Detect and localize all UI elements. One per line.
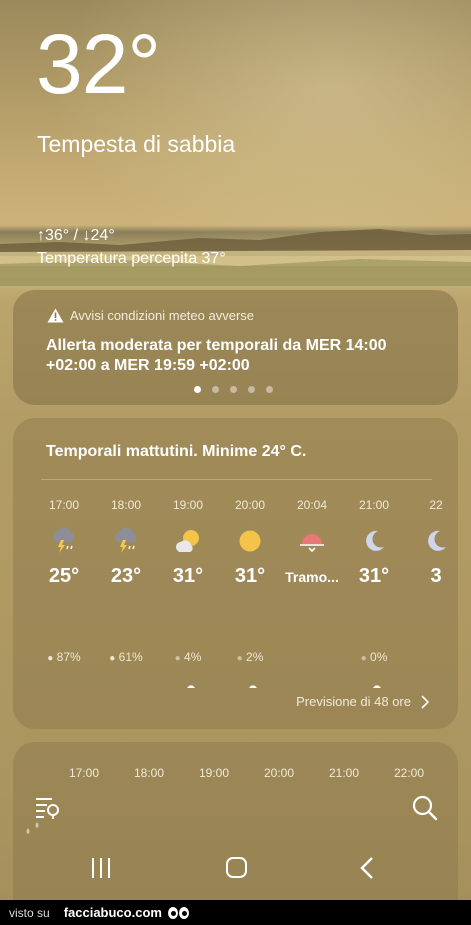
raindrop-icon: ●	[47, 653, 54, 664]
watermark-logo-icon	[167, 906, 189, 919]
location-list-icon[interactable]	[34, 795, 62, 821]
watermark-site: facciabuco.com	[63, 905, 162, 920]
precipitation-value: 2%	[246, 650, 264, 664]
hour-precipitation: ● 4%	[157, 650, 219, 664]
pager-dot[interactable]	[194, 386, 201, 393]
weather-alert-card[interactable]: Avvisi condizioni meteo avverse Allerta …	[13, 290, 458, 405]
partly-cloudy-icon	[173, 526, 203, 556]
hour-time: 22	[429, 498, 443, 512]
raindrop-icon: ●	[236, 653, 243, 664]
hour-precipitation: ● 87%	[33, 650, 95, 664]
pager-dot[interactable]	[266, 386, 273, 393]
temperature-trend-line	[187, 685, 381, 688]
raindrop-icon: ●	[174, 653, 181, 664]
alert-pager[interactable]	[194, 386, 273, 393]
recent-apps-button[interactable]	[92, 858, 110, 878]
moon-icon	[421, 526, 451, 556]
precipitation-value: 0%	[370, 650, 388, 664]
watermark-bar: visto su facciabuco.com	[0, 900, 471, 925]
warning-icon	[47, 308, 64, 323]
hour-precipitation: ● 2%	[219, 650, 281, 664]
sunset-icon	[297, 526, 327, 556]
sun-icon	[235, 526, 265, 556]
hour-time: 20:00	[234, 498, 266, 512]
forecast-summary: Temporali mattutini. Minime 24° C.	[46, 443, 307, 460]
hour-precipitation: ● 61%	[95, 650, 157, 664]
pager-dot[interactable]	[248, 386, 255, 393]
hour-temperature: 31°	[234, 565, 266, 587]
moon-icon	[359, 526, 389, 556]
hour-temperature: 23°	[110, 565, 142, 587]
pager-dot[interactable]	[230, 386, 237, 393]
hour-column: 22 3	[405, 498, 458, 588]
thunderstorm-icon	[111, 526, 141, 556]
hour-temperature: 31°	[358, 565, 390, 587]
precipitation-hour-label: 18:00	[134, 766, 165, 780]
divider	[41, 479, 432, 480]
hour-time: 17:00	[48, 498, 80, 512]
chevron-right-icon	[421, 694, 429, 709]
hour-temperature: 3	[430, 565, 442, 587]
precipitation-hour-label: 21:00	[329, 766, 360, 780]
hour-time: 18:00	[110, 498, 142, 512]
hour-temperature: Tramo...	[285, 569, 339, 585]
hour-column: 19:00 31° ● 4%	[157, 498, 219, 664]
forecast-48h-link[interactable]: Previsione di 48 ore	[296, 694, 429, 709]
precipitation-hour-label: 22:00	[394, 766, 425, 780]
alert-header: Avvisi condizioni meteo avverse	[47, 308, 254, 323]
hour-column: 18:00 23° ● 61%	[95, 498, 157, 664]
raindrop-icon: ●	[360, 653, 367, 664]
search-icon[interactable]	[412, 795, 438, 821]
hour-column: 21:00 31° ● 0%	[343, 498, 405, 664]
precipitation-value: 61%	[118, 650, 143, 664]
hour-temperature: 31°	[172, 565, 204, 587]
thunderstorm-icon	[49, 526, 79, 556]
trend-point	[249, 685, 257, 688]
feels-like-temperature: Temperatura percepita 37°	[37, 250, 226, 267]
precipitation-hour-label: 20:00	[264, 766, 295, 780]
hour-temperature: 25°	[48, 565, 80, 587]
precipitation-value: 87%	[56, 650, 81, 664]
high-low-temperature: ↑36° / ↓24°	[37, 227, 115, 244]
alert-message: Allerta moderata per temporali da MER 14…	[46, 337, 387, 374]
hour-precipitation: ● 0%	[343, 650, 405, 664]
hour-time: 19:00	[172, 498, 204, 512]
precipitation-hour-label: 19:00	[199, 766, 230, 780]
raindrops-icon	[26, 822, 39, 834]
hour-column: 20:04 Tramo...	[281, 498, 343, 585]
hour-column: 17:00 25° ● 87%	[33, 498, 95, 664]
hourly-forecast-card: Temporali mattutini. Minime 24° C. 17:00…	[13, 418, 458, 729]
pager-dot[interactable]	[212, 386, 219, 393]
hour-time: 20:04	[296, 498, 328, 512]
raindrop-icon: ●	[109, 653, 116, 664]
precipitation-hour-label: 17:00	[69, 766, 100, 780]
alert-header-label: Avvisi condizioni meteo avverse	[70, 308, 255, 323]
watermark-prefix: visto su	[9, 905, 50, 920]
trend-point	[373, 685, 381, 688]
hour-column: 20:00 31° ● 2%	[219, 498, 281, 664]
back-button[interactable]	[360, 856, 374, 880]
home-button[interactable]	[226, 857, 247, 878]
trend-point	[187, 685, 195, 688]
hourly-forecast-scroller[interactable]: 17:00 25° ● 87% 18:00 23° ● 61% 19:00 31° ● 4% 20…	[13, 498, 458, 688]
forecast-48h-label: Previsione di 48 ore	[296, 694, 411, 709]
system-navigation-bar	[0, 842, 471, 900]
weather-condition: Tempesta di sabbia	[37, 131, 236, 157]
precipitation-value: 4%	[184, 650, 202, 664]
hour-time: 21:00	[358, 498, 390, 512]
current-temperature: 32°	[36, 17, 161, 111]
